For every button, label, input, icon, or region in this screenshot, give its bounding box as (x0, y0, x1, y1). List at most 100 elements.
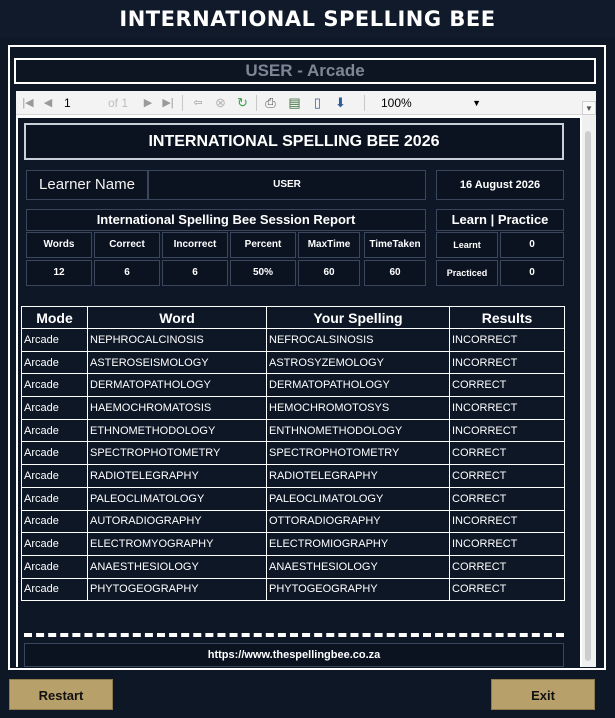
cell-mode: Arcade (21, 464, 88, 488)
cell-mode: Arcade (21, 418, 88, 443)
stat-header-words: Words (26, 232, 92, 258)
page-count-label: of 1 (108, 96, 129, 110)
cell-result: CORRECT (449, 464, 565, 488)
cell-result: CORRECT (449, 577, 565, 602)
practiced-value: 0 (500, 260, 564, 286)
cell-mode: Arcade (21, 486, 88, 511)
cell-spelling: ENTHNOMETHODOLOGY (266, 418, 450, 443)
cell-word: AUTORADIOGRAPHY (87, 509, 267, 534)
stat-header-timetaken: TimeTaken (364, 232, 426, 258)
cell-mode: Arcade (21, 532, 88, 556)
table-row: Arcade HAEMOCHROMATOSIS HEMOCHROMOTOSYS INC… (21, 396, 565, 420)
cell-word: PALEOCLIMATOLOGY (87, 486, 267, 511)
table-row: Arcade SPECTROPHOTOMETRY SPECTROPHOTOMETRY… (21, 441, 565, 466)
page-number-input[interactable]: 1 (64, 94, 104, 112)
back-icon[interactable]: ⇦ (190, 95, 206, 111)
app-title: INTERNATIONAL SPELLING BEE (0, 0, 615, 38)
cell-word: RADIOTELEGRAPHY (87, 464, 267, 488)
report-viewer: |◀ ◀ 1 of 1 ▶ ▶| ⇦ ⊗ ↻ ⎙ ▤ ▯ ⬇ 100% ▼ ▼ … (16, 91, 596, 667)
cell-spelling: PALEOCLIMATOLOGY (266, 486, 450, 511)
cell-spelling: NEFROCALSINOSIS (266, 328, 450, 352)
session-report-title: International Spelling Bee Session Repor… (26, 209, 426, 231)
cell-spelling: ELECTROMIOGRAPHY (266, 532, 450, 556)
table-row: Arcade ELECTROMYOGRAPHY ELECTROMIOGRAPHY IN… (21, 532, 565, 556)
refresh-icon[interactable]: ↻ (234, 94, 251, 111)
cell-word: HAEMOCHROMATOSIS (87, 396, 267, 420)
practiced-label: Practiced (436, 260, 498, 286)
learnt-value: 0 (500, 232, 564, 258)
cell-result: CORRECT (449, 373, 565, 398)
col-header-word: Word (87, 306, 267, 329)
learner-name-label: Learner Name (26, 170, 148, 200)
cell-word: NEPHROCALCINOSIS (87, 328, 267, 352)
vertical-scrollbar[interactable]: ▼ (582, 101, 596, 667)
cell-mode: Arcade (21, 373, 88, 398)
table-row: Arcade ASTEROSEISMOLOGY ASTROSYZEMOLOGY INC… (21, 350, 565, 375)
first-page-icon[interactable]: |◀ (20, 95, 36, 111)
cell-result: CORRECT (449, 554, 565, 579)
cell-spelling: HEMOCHROMOTOSYS (266, 396, 450, 420)
stat-header-incorrect: Incorrect (162, 232, 228, 258)
stat-value-words: 12 (26, 260, 92, 286)
table-row: Arcade AUTORADIOGRAPHY OTTORADIOGRAPHY INCO… (21, 509, 565, 534)
cell-word: ANAESTHESIOLOGY (87, 554, 267, 579)
stat-value-timetaken: 60 (364, 260, 426, 286)
table-row: Arcade PHYTOGEOGRAPHY PHYTOGEOGRAPHY CORREC… (21, 577, 565, 602)
stat-header-maxtime: MaxTime (298, 232, 360, 258)
cell-spelling: PHYTOGEOGRAPHY (266, 577, 450, 602)
cell-mode: Arcade (21, 441, 88, 466)
stat-value-correct: 6 (94, 260, 160, 286)
cell-mode: Arcade (21, 554, 88, 579)
user-mode-bar: USER - Arcade (14, 58, 596, 84)
report-title: INTERNATIONAL SPELLING BEE 2026 (24, 123, 564, 160)
stat-header-correct: Correct (94, 232, 160, 258)
results-table: Mode Word Your Spelling Results Arcade NE… (21, 306, 565, 602)
results-header-row: Mode Word Your Spelling Results (21, 306, 565, 329)
cell-mode: Arcade (21, 328, 88, 352)
cell-word: PHYTOGEOGRAPHY (87, 577, 267, 602)
col-header-mode: Mode (21, 306, 88, 329)
table-row: Arcade RADIOTELEGRAPHY RADIOTELEGRAPHY CORR… (21, 464, 565, 488)
print-icon[interactable]: ⎙ (262, 94, 279, 111)
learner-name-value: USER (148, 170, 426, 200)
col-header-spelling: Your Spelling (266, 306, 450, 329)
cell-word: ETHNOMETHODOLOGY (87, 418, 267, 443)
next-page-icon[interactable]: ▶ (140, 95, 156, 111)
zoom-value: 100% (381, 96, 412, 110)
report-toolbar: |◀ ◀ 1 of 1 ▶ ▶| ⇦ ⊗ ↻ ⎙ ▤ ▯ ⬇ 100% ▼ (16, 91, 596, 115)
chevron-down-icon: ▼ (472, 98, 481, 108)
footer-url[interactable]: https://www.thespellingbee.co.za (24, 643, 564, 667)
stat-value-incorrect: 6 (162, 260, 228, 286)
print-layout-icon[interactable]: ▤ (286, 94, 303, 111)
cell-result: CORRECT (449, 441, 565, 466)
cell-result: INCORRECT (449, 418, 565, 443)
stat-value-percent: 50% (230, 260, 296, 286)
cell-result: INCORRECT (449, 328, 565, 352)
report-page: INTERNATIONAL SPELLING BEE 2026 Learner … (18, 118, 580, 667)
prev-page-icon[interactable]: ◀ (40, 95, 56, 111)
table-row: Arcade ETHNOMETHODOLOGY ENTHNOMETHODOLOGY I… (21, 418, 565, 443)
table-row: Arcade DERMATOPATHOLOGY DERMATOPATHOLOGY CO… (21, 373, 565, 398)
learnt-label: Learnt (436, 232, 498, 258)
scrollbar-thumb[interactable] (585, 131, 591, 661)
report-date: 16 August 2026 (436, 170, 564, 200)
cell-mode: Arcade (21, 509, 88, 534)
exit-button[interactable]: Exit (491, 679, 595, 710)
table-row: Arcade ANAESTHESIOLOGY ANAESTHESIOLOGY CORR… (21, 554, 565, 579)
col-header-results: Results (449, 306, 565, 329)
stat-header-percent: Percent (230, 232, 296, 258)
restart-button[interactable]: Restart (9, 679, 113, 710)
cell-result: INCORRECT (449, 509, 565, 534)
page-setup-icon[interactable]: ▯ (309, 94, 326, 111)
cell-mode: Arcade (21, 396, 88, 420)
scroll-down-icon[interactable]: ▼ (582, 101, 596, 115)
cell-spelling: DERMATOPATHOLOGY (266, 373, 450, 398)
last-page-icon[interactable]: ▶| (160, 95, 176, 111)
cell-mode: Arcade (21, 577, 88, 602)
cell-result: INCORRECT (449, 350, 565, 375)
export-icon[interactable]: ⬇ (332, 94, 349, 111)
cell-word: SPECTROPHOTOMETRY (87, 441, 267, 466)
learn-practice-title: Learn | Practice (436, 209, 564, 231)
stop-icon[interactable]: ⊗ (212, 94, 229, 111)
zoom-select[interactable]: 100% ▼ (376, 93, 486, 112)
